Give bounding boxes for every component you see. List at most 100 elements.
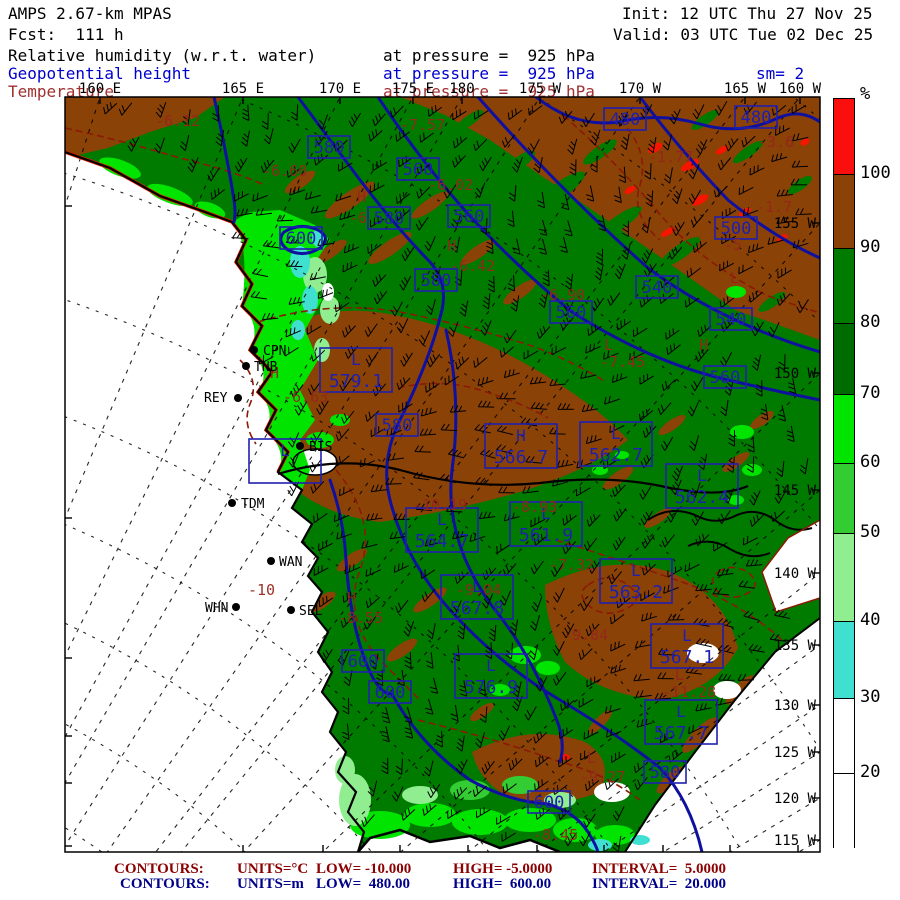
temperature-label: -6.63 [283, 388, 328, 406]
temperature-label: H [357, 188, 366, 206]
temperature-label: L [675, 666, 684, 684]
colorbar-band [834, 323, 854, 394]
contour-label-value: 540 [716, 310, 747, 330]
contour-label-value: 600 [286, 229, 317, 249]
temperature-label: -6.60 [262, 162, 307, 180]
pressure-marker-value: 567.7 [654, 723, 708, 744]
colorbar-band [834, 248, 854, 323]
pressure-marker-letter: L [676, 702, 686, 721]
temperature-label: -8.55 [338, 609, 383, 627]
colorbar-band [834, 394, 854, 463]
right-axis-label: 125 W [774, 745, 817, 761]
temperature-label: L [730, 269, 739, 287]
geopotential-contour-label: 580 [376, 414, 418, 436]
geopotential-contour-label: 480 [735, 106, 777, 128]
station-label: TNB [254, 360, 278, 375]
top-axis-label: 165 W [724, 81, 767, 97]
pressure-marker-value: 563.2 [609, 582, 663, 603]
station-dot [296, 442, 304, 450]
pressure-marker-letter: L [611, 424, 621, 443]
amps-forecast-page: AMPS 2.67-km MPAS Fcst: 111 h Init: 12 U… [0, 0, 900, 900]
pressure-marker-value: 567.8 [450, 598, 504, 619]
contour-label-value: 540 [642, 278, 673, 298]
temperature-label: -7.45 [600, 353, 645, 371]
station-label: SEL [299, 604, 323, 619]
contour-label-value: 560 [710, 368, 741, 388]
temperature-label: -6 [349, 209, 367, 227]
geopotential-contour-label: 540 [710, 308, 752, 330]
top-axis-label: 170 W [619, 81, 662, 97]
temperature-label: H [699, 336, 708, 354]
contour-label-value: 560 [556, 303, 587, 323]
pressure-marker-value: 576.9 [464, 677, 518, 698]
pressure-marker-letter: L [697, 466, 707, 485]
temperature-label: -9.27 [580, 768, 625, 786]
temperature-label: -8.93 [512, 498, 557, 516]
map-canvas: 5805605805606005805604804805005405405605… [0, 0, 900, 900]
right-axis-label: 130 W [774, 698, 817, 714]
pressure-marker-value: 579.1 [329, 371, 383, 392]
geopotential-contour-label: 480 [604, 108, 646, 130]
colorbar-band [834, 773, 854, 849]
colorbar-unit: % [860, 84, 870, 104]
colorbar-band [834, 621, 854, 698]
temperature-label: -10 [248, 581, 275, 599]
station-dot [287, 606, 295, 614]
right-axis-label: 140 W [774, 566, 817, 582]
contour-label-value: 480 [610, 110, 641, 130]
pressure-marker-value: 564.7 [415, 531, 469, 552]
geopotential-contour-label: 540 [636, 276, 678, 298]
pressure-marker-letter: L [682, 626, 692, 645]
station-label: CPN [263, 344, 286, 359]
height-contour-high: HIGH= 600.00 [453, 876, 551, 893]
pressure-marker-value: 567.1 [660, 647, 714, 668]
contour-label-value: 480 [741, 108, 772, 128]
station-dot [242, 362, 250, 370]
pressure-marker-letter: L [280, 441, 290, 460]
height-contour-low: LOW= 480.00 [316, 876, 410, 893]
temperature-label: -5 [724, 236, 742, 254]
top-axis-label: 170 E [319, 81, 361, 97]
colorbar-tick-label: 100 [860, 163, 891, 183]
station-label: BIS [309, 440, 332, 455]
contour-label-value: 600 [348, 652, 379, 672]
right-axis-label: 115 W [774, 833, 817, 849]
temperature-label: L [604, 336, 613, 354]
temperature-label: -1.77 [648, 148, 693, 166]
right-axis-label: 150 W [774, 366, 817, 382]
geopotential-contour-label: 560 [550, 301, 592, 323]
height-contour-interval: INTERVAL= 20.000 [592, 876, 726, 893]
colorbar-band [834, 533, 854, 621]
top-axis-label: 175 E [392, 81, 434, 97]
temperature-label: -11.28 [662, 683, 716, 701]
temperature-label: -8.45 [533, 826, 578, 844]
colorbar-tick-label: 40 [860, 610, 880, 630]
station-dot [228, 499, 236, 507]
colorbar-band [834, 99, 854, 174]
geopotential-contour-label: 600 [342, 650, 384, 672]
colorbar-band [834, 698, 854, 773]
contour-label-value: 580 [421, 271, 452, 291]
top-axis-label: 160 E [79, 81, 121, 97]
contour-label-value: 580 [650, 763, 681, 783]
contour-label-value: 580 [374, 209, 405, 229]
top-axis-label: 160 W [779, 81, 822, 97]
right-axis-label: 135 W [774, 638, 817, 654]
colorbar-band [834, 463, 854, 533]
colorbar-tick-label: 80 [860, 312, 880, 332]
height-contour-title: CONTOURS: [120, 876, 210, 893]
temperature-label: -6.42 [450, 257, 495, 275]
station-label: WHN [205, 601, 228, 616]
temperature-label: -6.90 [540, 286, 585, 304]
contour-label-value: 580 [382, 416, 413, 436]
contour-label-value: 600 [534, 793, 565, 813]
station-dot [232, 603, 240, 611]
contour-label-value: 560 [454, 207, 485, 227]
temperature-label: -10.19 [413, 496, 467, 514]
right-axis-label: 145 W [774, 483, 817, 499]
pressure-marker-value: 562.7 [589, 445, 643, 466]
colorbar-tick-label: 20 [860, 762, 880, 782]
temperature-label: H [347, 589, 356, 607]
temperature-label: -3.6 [758, 133, 794, 151]
colorbar-band [834, 174, 854, 248]
